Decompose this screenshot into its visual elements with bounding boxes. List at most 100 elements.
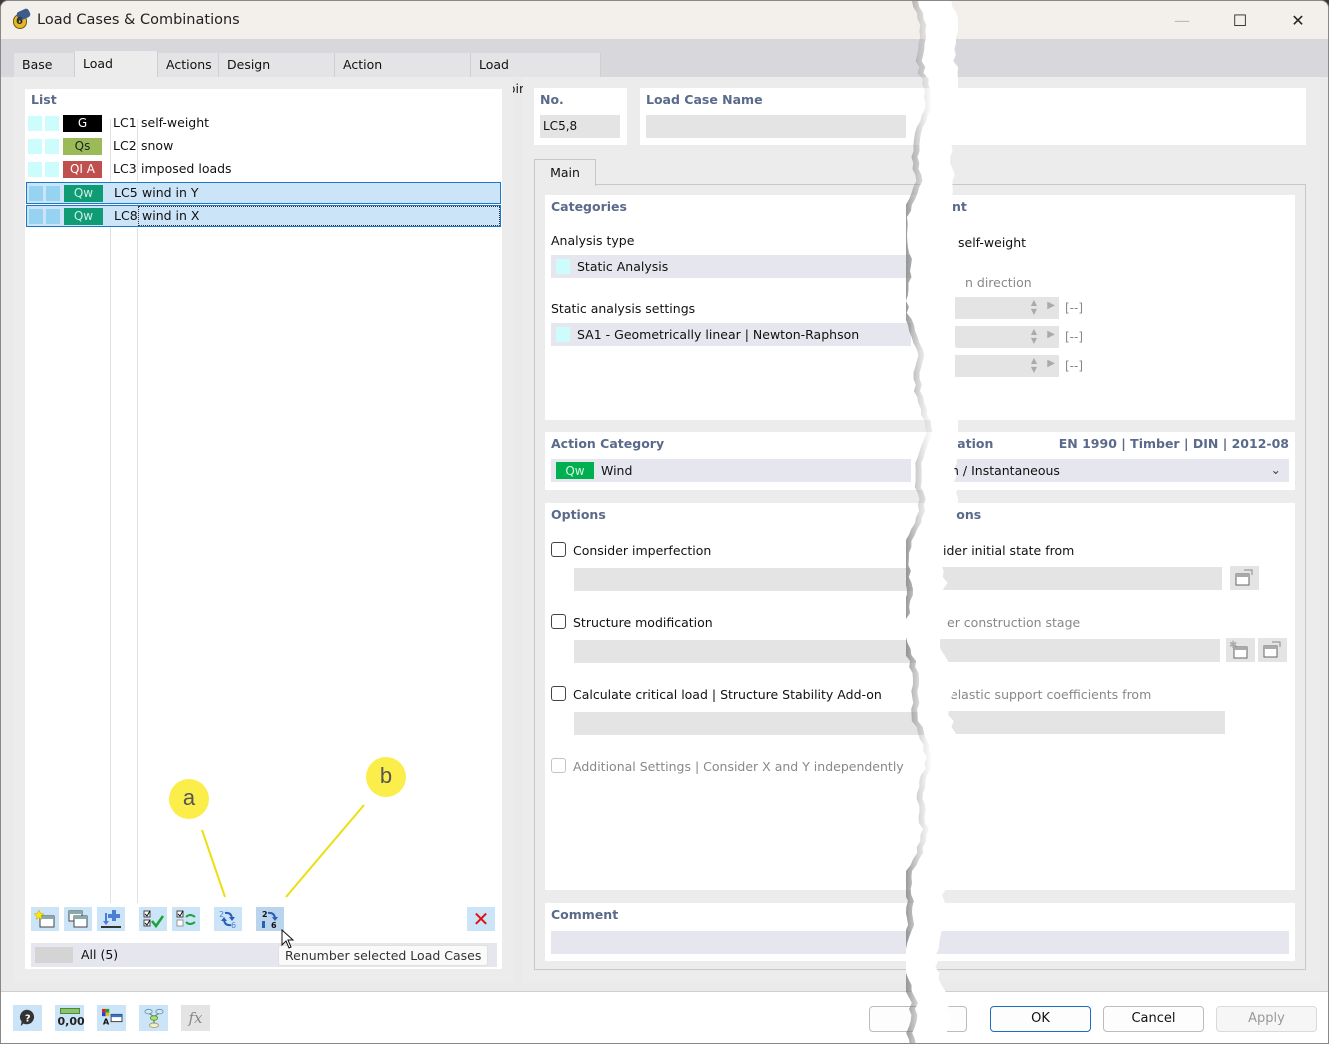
maximize-button[interactable]: ☐ <box>1211 1 1269 39</box>
formula-button[interactable]: fx <box>181 1005 210 1031</box>
consider-imperfection-label: Consider imperfection <box>573 543 712 558</box>
model-tree-button[interactable] <box>139 1005 168 1031</box>
renumber-selected-icon: 2 6 <box>262 910 278 929</box>
action-category-badge: QI A <box>63 161 102 178</box>
load-case-list: List G LC1 self-weight Qs LC2 snow QI A LC3 impo… <box>25 89 502 969</box>
ok-button[interactable]: OK <box>990 1006 1091 1032</box>
arrow-right-icon[interactable]: ▶ <box>1047 300 1055 311</box>
tab-actions[interactable]: Actions <box>158 53 219 77</box>
arrow-right-icon[interactable]: ▶ <box>1047 358 1055 369</box>
duration-value: n / Instantaneous <box>951 463 1060 478</box>
color-swatch <box>28 139 42 154</box>
import-button[interactable] <box>97 907 125 931</box>
load-case-name: wind in Y <box>142 185 199 200</box>
elastic-support-select[interactable] <box>940 711 1225 734</box>
help-button[interactable]: ? <box>13 1005 42 1031</box>
display-properties-button[interactable]: A <box>97 1005 126 1031</box>
action-category-select[interactable]: Qw Wind <box>551 459 911 482</box>
tab-base[interactable]: Base <box>14 53 75 77</box>
annotation-a-bubble: a <box>169 779 209 819</box>
new-load-case-button[interactable] <box>31 907 59 931</box>
svg-text:?: ? <box>24 1014 30 1025</box>
chevron-down-icon[interactable]: ⌄ <box>1271 462 1281 477</box>
model-tree-icon <box>143 1008 164 1028</box>
list-item[interactable]: Qw LC8 wind in X <box>26 205 501 227</box>
structure-modification-checkbox[interactable] <box>551 614 566 629</box>
load-case-name-input[interactable] <box>646 115 906 138</box>
direction-x-input[interactable]: ▲ ▼ ▶ <box>955 297 1059 319</box>
construction-stage-select[interactable] <box>940 639 1220 662</box>
consider-imperfection-checkbox[interactable] <box>551 542 566 557</box>
help-icon: ? <box>19 1009 34 1027</box>
window-title: Load Cases & Combinations <box>37 12 240 28</box>
minimize-button[interactable]: — <box>1153 1 1211 39</box>
new-construction-stage-button[interactable]: ✱ <box>1226 638 1255 662</box>
check-all-button[interactable] <box>139 907 167 931</box>
close-button[interactable]: ✕ <box>1269 1 1327 39</box>
list-item[interactable]: Qw LC5 wind in Y <box>26 182 501 204</box>
construction-stage-label: er construction stage <box>947 615 1081 630</box>
action-category-header: Action Category <box>551 436 665 451</box>
direction-label: n direction <box>965 275 1032 290</box>
renumber-icon: 2 6 <box>219 910 236 929</box>
renumber-selected-button[interactable]: 2 6 <box>256 907 284 931</box>
additional-settings-checkbox[interactable] <box>551 758 566 773</box>
analysis-type-select[interactable]: Static Analysis <box>551 255 911 278</box>
display-properties-icon: A <box>101 1008 122 1026</box>
edit-construction-stage-button[interactable] <box>1258 638 1287 662</box>
tab-design-situations[interactable]: Design Situations <box>219 53 335 96</box>
tab-load-combinations[interactable]: Load Combinations <box>471 53 601 96</box>
action-category-badge: Qw <box>64 185 103 202</box>
analysis-color-swatch <box>556 259 570 274</box>
list-item[interactable]: Qs LC2 snow <box>26 136 501 158</box>
cancel-button[interactable]: Cancel <box>1103 1006 1204 1032</box>
copy-load-case-icon <box>68 910 88 928</box>
imperfection-select[interactable] <box>574 568 924 591</box>
toggle-check-button[interactable] <box>172 907 200 931</box>
elastic-support-label: elastic support coefficients from <box>950 687 1152 702</box>
action-category-badge: Qs <box>63 138 102 155</box>
list-item[interactable]: QI A LC3 imposed loads <box>26 159 501 181</box>
duration-select[interactable]: n / Instantaneous ⌄ <box>945 459 1289 482</box>
filter-label: All (5) <box>81 947 119 962</box>
static-settings-select[interactable]: SA1 - Geometrically linear | Newton-Raph… <box>551 323 911 346</box>
action-category-value: Wind <box>601 463 633 478</box>
structure-modification-select[interactable] <box>574 640 924 663</box>
direction-y-input[interactable]: ▲ ▼ ▶ <box>955 326 1059 348</box>
color-swatch <box>46 209 60 224</box>
units-decimals-button[interactable]: 0,00 <box>55 1005 85 1031</box>
spin-icon[interactable]: ▲ ▼ <box>1031 356 1037 374</box>
action-category-badge: G <box>63 115 102 132</box>
arrow-right-icon[interactable]: ▶ <box>1047 329 1055 340</box>
spin-icon[interactable]: ▲ ▼ <box>1031 327 1037 345</box>
options-header: Options <box>551 507 606 522</box>
svg-text:6: 6 <box>231 921 236 929</box>
tab-main[interactable]: Main <box>534 159 596 186</box>
delete-button[interactable]: ✕ <box>467 907 495 931</box>
number-field[interactable]: LC5,8 <box>540 115 620 138</box>
filter-color-swatch <box>35 947 73 963</box>
edit-initial-state-button[interactable] <box>1230 566 1259 590</box>
list-item[interactable]: G LC1 self-weight <box>26 113 501 135</box>
copy-load-case-button[interactable] <box>64 907 92 931</box>
critical-load-label: Calculate critical load | Structure Stab… <box>573 687 882 702</box>
standard-label: EN 1990 | Timber | DIN | 2012-08 <box>1058 436 1289 451</box>
edit-icon <box>1235 569 1253 586</box>
formula-icon: fx <box>188 1009 203 1027</box>
renumber-button[interactable]: 2 6 <box>214 907 242 931</box>
analysis-type-label: Analysis type <box>551 233 635 248</box>
tab-load-cases[interactable]: Load Cases <box>75 51 158 97</box>
color-swatch <box>45 116 59 131</box>
direction-z-input[interactable]: ▲ ▼ ▶ <box>955 355 1059 377</box>
initial-state-select[interactable] <box>940 567 1222 590</box>
number-value: LC5,8 <box>543 119 578 133</box>
column-divider <box>110 119 111 903</box>
critical-load-checkbox[interactable] <box>551 686 566 701</box>
tab-action-combinations[interactable]: Action Combinations <box>335 53 471 96</box>
mouse-cursor-icon <box>281 929 295 949</box>
static-settings-label: Static analysis settings <box>551 301 696 316</box>
apply-button[interactable]: Apply <box>1216 1006 1317 1032</box>
load-case-name: self-weight <box>141 115 210 130</box>
spin-icon[interactable]: ▲ ▼ <box>1031 298 1037 316</box>
critical-load-select[interactable] <box>574 712 924 735</box>
